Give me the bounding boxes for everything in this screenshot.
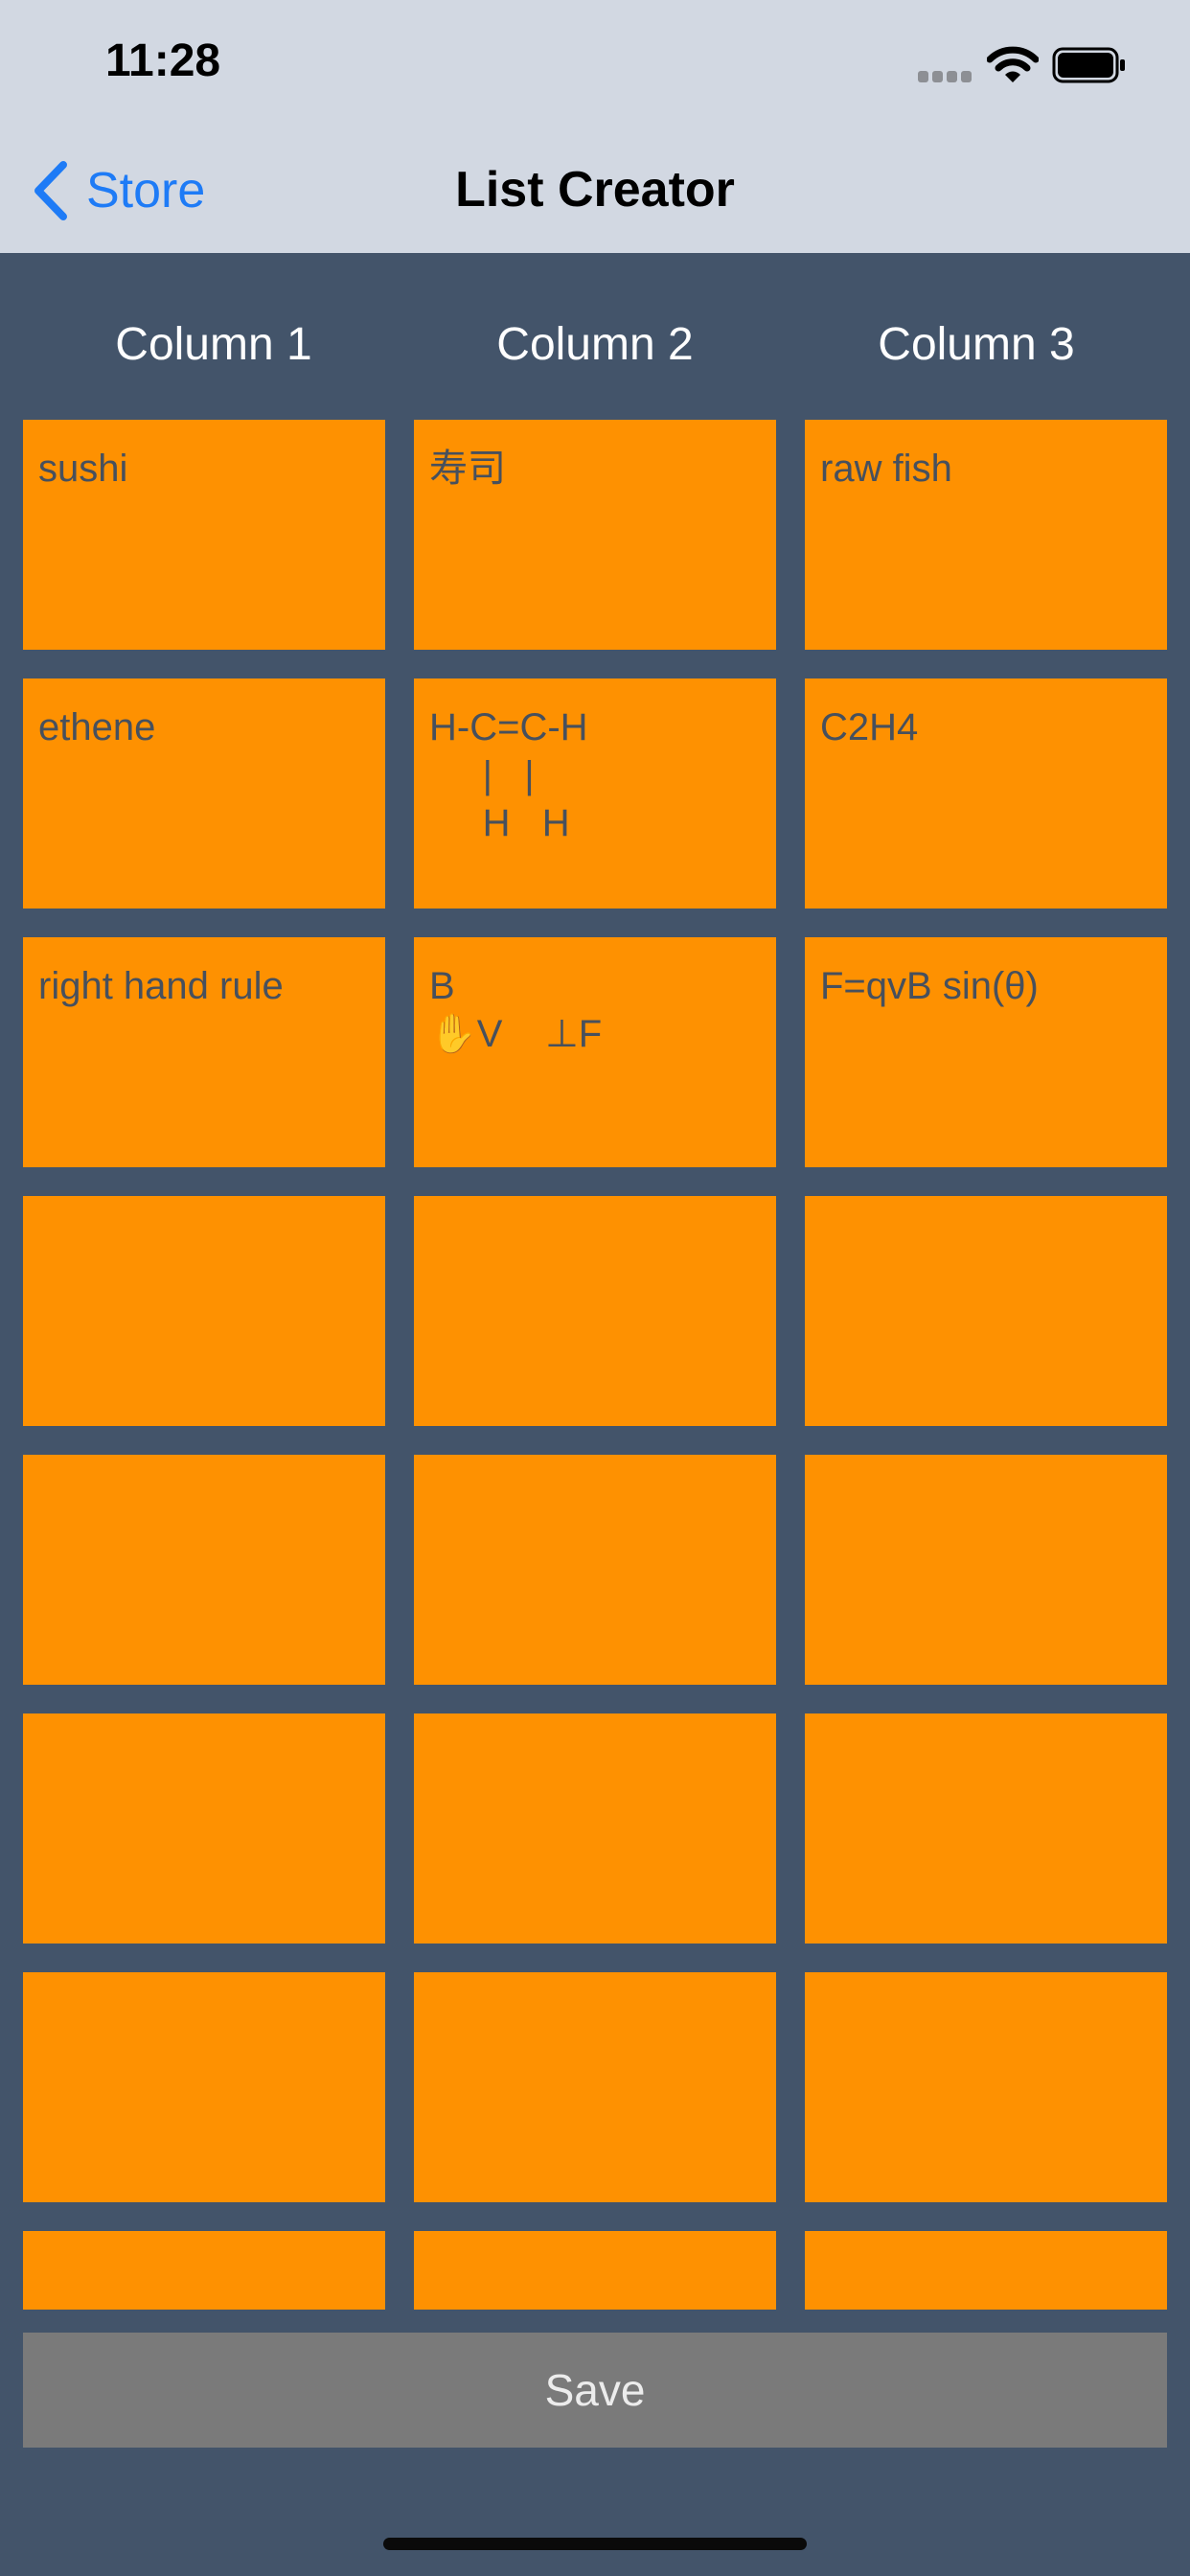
cell-row8-col1[interactable] <box>23 2231 385 2310</box>
cell-text: C2H4 <box>820 706 919 748</box>
cell-row4-col1[interactable] <box>23 1196 385 1426</box>
battery-icon <box>1052 47 1125 83</box>
wifi-icon <box>987 46 1039 82</box>
save-button[interactable]: Save <box>23 2333 1167 2448</box>
cell-row1-col1[interactable]: sushi <box>23 420 385 650</box>
cell-row4-col2[interactable] <box>414 1196 776 1426</box>
cell-row5-col1[interactable] <box>23 1455 385 1685</box>
cell-row7-col2[interactable] <box>414 1972 776 2202</box>
cell-row2-col3[interactable]: C2H4 <box>805 678 1167 908</box>
cell-row4-col3[interactable] <box>805 1196 1167 1426</box>
cell-row6-col3[interactable] <box>805 1714 1167 1944</box>
cell-row1-col2[interactable]: 寿司 <box>414 420 776 650</box>
cell-text: raw fish <box>820 448 952 490</box>
signal-icon <box>918 71 973 82</box>
cell-text: 寿司 <box>429 448 506 490</box>
cell-text: right hand rule <box>38 965 284 1007</box>
back-button-label: Store <box>86 163 206 218</box>
navigation-bar: List Creator Store <box>0 128 1190 253</box>
status-bar: 11:28 <box>0 0 1190 128</box>
cell-text: B ✋V ⊥F <box>429 965 603 1055</box>
cell-row3-col3[interactable]: F=qvB sin(θ) <box>805 937 1167 1167</box>
cell-row8-col3[interactable] <box>805 2231 1167 2310</box>
chevron-left-icon <box>34 161 67 220</box>
cell-row5-col2[interactable] <box>414 1455 776 1685</box>
column-header-3: Column 3 <box>878 319 1075 370</box>
cell-row7-col3[interactable] <box>805 1972 1167 2202</box>
cell-row6-col2[interactable] <box>414 1714 776 1944</box>
cell-row2-col1[interactable]: ethene <box>23 678 385 908</box>
cell-text: H-C=C-H | | H H <box>429 706 588 844</box>
cell-row1-col3[interactable]: raw fish <box>805 420 1167 650</box>
column-header-1: Column 1 <box>115 319 312 370</box>
list-grid: sushi 寿司 raw fish ethene H-C=C-H | | H H… <box>0 0 1190 2576</box>
cell-row7-col1[interactable] <box>23 1972 385 2202</box>
cell-row3-col1[interactable]: right hand rule <box>23 937 385 1167</box>
cell-row3-col2[interactable]: B ✋V ⊥F <box>414 937 776 1167</box>
cell-row5-col3[interactable] <box>805 1455 1167 1685</box>
cell-text: sushi <box>38 448 128 490</box>
column-header-2: Column 2 <box>496 319 694 370</box>
cell-row6-col1[interactable] <box>23 1714 385 1944</box>
home-indicator[interactable] <box>383 2538 807 2550</box>
status-time: 11:28 <box>105 35 221 86</box>
cell-row8-col2[interactable] <box>414 2231 776 2310</box>
cell-text: F=qvB sin(θ) <box>820 965 1039 1007</box>
cell-row2-col2[interactable]: H-C=C-H | | H H <box>414 678 776 908</box>
cell-text: ethene <box>38 706 156 748</box>
back-button[interactable]: Store <box>29 157 205 224</box>
